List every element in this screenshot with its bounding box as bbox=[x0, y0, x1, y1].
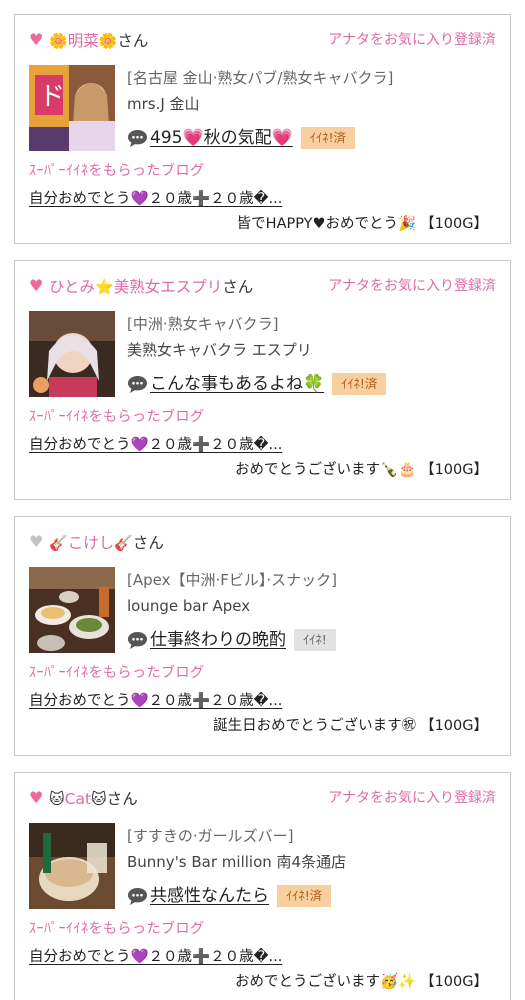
flower-emoji: 🌼 bbox=[98, 32, 118, 50]
blog-row: こんな事もあるよね🍀 ｲｲﾈ!済 bbox=[127, 371, 387, 397]
guitar-emoji: 🎸 bbox=[49, 534, 68, 552]
star-emoji: ⭐ bbox=[95, 278, 114, 296]
blog-row: 495💗秋の気配💗 ｲｲﾈ!済 bbox=[127, 125, 356, 151]
shop-area: [中洲·熟女キャバクラ] bbox=[127, 315, 279, 333]
speech-bubble-icon bbox=[127, 129, 148, 148]
super-iine-blog-link[interactable]: 自分おめでとう💜２０歳➕２０歳�... bbox=[29, 947, 282, 967]
heart-icon[interactable]: ♥ bbox=[29, 31, 45, 49]
shop-thumbnail[interactable] bbox=[29, 567, 115, 653]
gift-row: おめでとうございます🥳✨ 【100G】 bbox=[235, 971, 488, 993]
heart-icon[interactable]: ♥ bbox=[29, 277, 45, 295]
user-name-suffix: 美熟女エスプリ bbox=[113, 278, 223, 296]
iine-button[interactable]: ｲｲﾈ!済 bbox=[277, 885, 332, 907]
shop-name[interactable]: mrs.J 金山 bbox=[127, 93, 200, 115]
super-iine-label: ｽｰﾊﾟｰｲｲﾈをもらったブログ bbox=[29, 163, 205, 179]
speech-bubble-icon bbox=[127, 375, 148, 394]
gift-message: 誕生日おめでとうございます㊗ bbox=[213, 718, 417, 734]
san-suffix: さん bbox=[222, 278, 254, 296]
blog-title-link[interactable]: 仕事終わりの晩酌 bbox=[150, 630, 286, 650]
iine-button[interactable]: ｲｲﾈ!済 bbox=[300, 127, 356, 149]
post-card: ♥ 🌼明菜🌼さん アナタをお気に入り登録済 ド [名古屋 金山·熟女パブ/熟女キ… bbox=[14, 14, 511, 244]
card-header: ♥ 🌼明菜🌼さん アナタをお気に入り登録済 bbox=[29, 29, 496, 53]
user-name-text: ひとみ bbox=[49, 278, 96, 296]
flower-emoji: 🌼 bbox=[49, 32, 68, 50]
favorite-status: アナタをお気に入り登録済 bbox=[328, 32, 496, 48]
card-header: ♥ 🎸こけし🎸さん bbox=[29, 531, 496, 555]
user-name-text: 明菜 bbox=[67, 32, 99, 50]
gift-points: 【100G】 bbox=[420, 974, 488, 990]
gift-points: 【100G】 bbox=[420, 462, 488, 478]
user-name[interactable]: ひとみ⭐美熟女エスプリさん bbox=[49, 275, 253, 299]
gift-row: 誕生日おめでとうございます㊗ 【100G】 bbox=[213, 715, 488, 737]
iine-button[interactable]: ｲｲﾈ!済 bbox=[332, 373, 387, 395]
cat-emoji: 🐱 bbox=[49, 790, 65, 808]
super-iine-blog-link[interactable]: 自分おめでとう💜２０歳➕２０歳�... bbox=[29, 435, 282, 455]
shop-area: [Apex【中洲·Fビル】·スナック] bbox=[127, 571, 337, 589]
speech-bubble-icon bbox=[127, 631, 148, 650]
card-header: ♥ 🐱Cat🐱さん アナタをお気に入り登録済 bbox=[29, 787, 496, 811]
shop-area: [名古屋 金山·熟女パブ/熟女キャバクラ] bbox=[127, 69, 394, 87]
post-card: ♥ 🐱Cat🐱さん アナタをお気に入り登録済 [すすきの·ガールズバー] Bun… bbox=[14, 772, 511, 1000]
san-suffix: さん bbox=[117, 32, 149, 50]
gift-message: おめでとうございます🥳✨ bbox=[234, 974, 417, 990]
user-name-text: Cat bbox=[64, 790, 92, 808]
gift-row: おめでとうございます🍾🎂 【100G】 bbox=[235, 459, 488, 481]
favorite-status: アナタをお気に入り登録済 bbox=[328, 790, 496, 806]
svg-text:ド: ド bbox=[39, 82, 65, 112]
gift-row: 皆でHAPPY♥おめでとう🎉 【100G】 bbox=[237, 213, 488, 235]
favorite-status: アナタをお気に入り登録済 bbox=[328, 278, 496, 294]
shop-thumbnail[interactable] bbox=[29, 311, 115, 397]
super-iine-label: ｽｰﾊﾟｰｲｲﾈをもらったブログ bbox=[29, 665, 205, 681]
gift-message: 皆でHAPPY♥おめでとう🎉 bbox=[236, 216, 417, 232]
heart-icon[interactable]: ♥ bbox=[29, 533, 45, 551]
shop-area: [すすきの·ガールズバー] bbox=[127, 827, 294, 845]
super-iine-label: ｽｰﾊﾟｰｲｲﾈをもらったブログ bbox=[29, 409, 205, 425]
user-name[interactable]: 🎸こけし🎸さん bbox=[49, 531, 164, 555]
card-header: ♥ ひとみ⭐美熟女エスプリさん アナタをお気に入り登録済 bbox=[29, 275, 496, 299]
heart-icon[interactable]: ♥ bbox=[29, 789, 45, 807]
post-card: ♥ ひとみ⭐美熟女エスプリさん アナタをお気に入り登録済 [中洲·熟女キャバクラ… bbox=[14, 260, 511, 500]
blog-row: 仕事終わりの晩酌 ｲｲﾈ! bbox=[127, 627, 336, 653]
super-iine-blog-link[interactable]: 自分おめでとう💜２０歳➕２０歳�... bbox=[29, 691, 282, 711]
blog-title-link[interactable]: 共感性なんたら bbox=[150, 886, 269, 906]
san-suffix: さん bbox=[106, 790, 138, 808]
gift-message: おめでとうございます🍾🎂 bbox=[234, 462, 417, 478]
shop-name[interactable]: Bunny's Bar million 南4条通店 bbox=[127, 851, 346, 873]
blog-row: 共感性なんたら ｲｲﾈ!済 bbox=[127, 883, 332, 909]
blog-title-link[interactable]: 495💗秋の気配💗 bbox=[150, 128, 293, 148]
super-iine-label: ｽｰﾊﾟｰｲｲﾈをもらったブログ bbox=[29, 921, 205, 937]
user-name[interactable]: 🐱Cat🐱さん bbox=[49, 787, 138, 811]
user-name-text: こけし bbox=[67, 534, 115, 552]
gift-points: 【100G】 bbox=[420, 718, 488, 734]
shop-thumbnail[interactable] bbox=[29, 823, 115, 909]
guitar-emoji: 🎸 bbox=[114, 534, 133, 552]
speech-bubble-icon bbox=[127, 887, 148, 906]
shop-name[interactable]: 美熟女キャバクラ エスプリ bbox=[127, 339, 312, 361]
user-name[interactable]: 🌼明菜🌼さん bbox=[49, 29, 148, 53]
san-suffix: さん bbox=[132, 534, 164, 552]
shop-name[interactable]: lounge bar Apex bbox=[127, 595, 250, 617]
shop-thumbnail[interactable]: ド bbox=[29, 65, 115, 151]
gift-points: 【100G】 bbox=[420, 216, 488, 232]
post-card: ♥ 🎸こけし🎸さん [Apex【中洲·Fビル】·スナック] lounge bar… bbox=[14, 516, 511, 756]
iine-button[interactable]: ｲｲﾈ! bbox=[294, 629, 336, 651]
super-iine-blog-link[interactable]: 自分おめでとう💜２０歳➕２０歳�... bbox=[29, 189, 282, 209]
blog-title-link[interactable]: こんな事もあるよね🍀 bbox=[150, 374, 324, 394]
cat-emoji: 🐱 bbox=[91, 790, 107, 808]
